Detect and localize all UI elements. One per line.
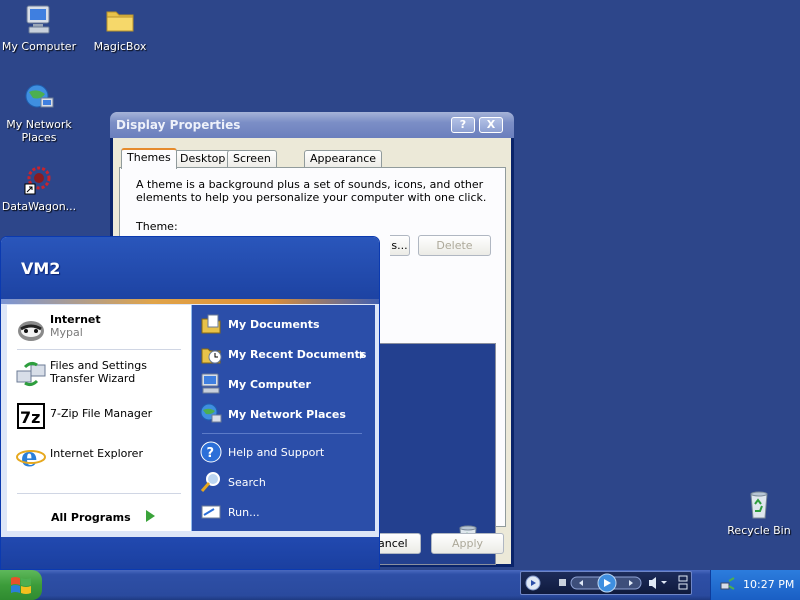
window-title: Display Properties xyxy=(116,118,241,132)
pinned-item-subtitle: Mypal xyxy=(50,326,83,339)
desktop-icon-magicbox[interactable]: MagicBox xyxy=(82,4,158,53)
menu-separator xyxy=(202,433,362,434)
recycle-bin-icon xyxy=(750,491,768,519)
mypal-browser-icon xyxy=(18,321,44,341)
recent-item-label: Internet Explorer xyxy=(50,447,143,460)
network-places-icon xyxy=(25,84,54,108)
system-item-search[interactable]: Search xyxy=(200,471,372,495)
tab-themes[interactable]: Themes xyxy=(121,148,177,169)
places-item-my-computer[interactable]: My Computer xyxy=(200,373,372,397)
save-as-button[interactable]: s... xyxy=(390,235,410,256)
places-item-label: My Documents xyxy=(228,318,320,331)
user-name: VM2 xyxy=(21,259,61,278)
places-item-my-documents[interactable]: My Documents xyxy=(200,313,372,337)
folder-icon xyxy=(106,11,134,32)
7zip-icon: 7z xyxy=(17,403,45,429)
recent-item-transfer-wizard[interactable]: Files and Settings Transfer Wizard xyxy=(13,357,185,389)
menu-separator xyxy=(17,493,181,494)
system-item-label: Run... xyxy=(228,506,260,519)
places-item-recent-documents[interactable]: My Recent Documents xyxy=(200,343,372,367)
recent-documents-icon xyxy=(201,348,222,364)
window-titlebar[interactable]: Display Properties ? X xyxy=(110,112,514,138)
windows-logo-icon xyxy=(11,577,31,594)
start-button[interactable] xyxy=(0,570,42,600)
close-button[interactable]: X xyxy=(479,117,503,133)
run-icon xyxy=(201,505,221,519)
shortcut-icon xyxy=(24,166,51,195)
system-item-run[interactable]: Run... xyxy=(200,501,372,525)
system-tray: 10:27 PM xyxy=(710,570,800,600)
svg-text:e: e xyxy=(21,443,38,472)
my-documents-icon xyxy=(201,314,221,334)
desktop-icon-label: My Computer xyxy=(1,40,77,53)
system-item-help[interactable]: ? Help and Support xyxy=(200,441,372,465)
start-menu: VM2 Internet Mypal Files and Settings Tr… xyxy=(0,236,380,570)
cancel-button[interactable]: ancel xyxy=(375,533,421,554)
header-divider xyxy=(1,299,379,304)
internet-explorer-icon: e xyxy=(16,443,46,472)
recent-item-label: 7-Zip File Manager xyxy=(50,407,153,420)
my-computer-icon xyxy=(26,5,50,34)
apply-button[interactable]: Apply xyxy=(431,533,504,554)
desktop-icon-my-computer[interactable]: My Computer xyxy=(1,4,77,53)
search-icon xyxy=(200,472,220,492)
tab-desktop[interactable]: Desktop xyxy=(174,150,232,168)
system-item-label: Search xyxy=(228,476,266,489)
desktop-icon-label: MagicBox xyxy=(93,40,147,53)
pinned-item-title: Internet xyxy=(50,313,101,326)
media-player-toolbar xyxy=(520,571,692,595)
svg-text:7z: 7z xyxy=(20,408,40,427)
places-item-label: My Network Places xyxy=(228,408,346,421)
start-menu-programs: Internet Mypal Files and Settings Transf… xyxy=(7,305,191,531)
arrow-right-icon xyxy=(146,510,155,522)
delete-button[interactable]: Delete xyxy=(418,235,491,256)
start-menu-places: My Documents My Recent Documents My Comp… xyxy=(191,305,375,531)
desktop-icon-recycle-bin[interactable]: Recycle Bin xyxy=(721,488,797,537)
themes-description: A theme is a background plus a set of so… xyxy=(136,178,487,204)
help-button[interactable]: ? xyxy=(451,117,475,133)
recent-item-7zip[interactable]: 7z 7-Zip File Manager xyxy=(13,398,185,430)
desktop-icon-label: Recycle Bin xyxy=(727,524,791,537)
desktop-icon-label: My Network Places xyxy=(6,118,72,144)
desktop-icon-label: DataWagon... xyxy=(1,200,77,213)
all-programs-button[interactable]: All Programs xyxy=(51,511,131,524)
pinned-item-internet[interactable]: Internet Mypal xyxy=(13,311,185,343)
submenu-arrow-icon xyxy=(360,351,365,359)
desktop-icon-datawagon[interactable]: DataWagon... xyxy=(1,164,77,213)
transfer-wizard-icon xyxy=(16,361,46,387)
svg-text:?: ? xyxy=(207,446,215,461)
desktop-icon-network-places[interactable]: My Network Places xyxy=(1,82,77,144)
help-icon: ? xyxy=(200,441,222,463)
menu-separator xyxy=(17,349,181,350)
recent-item-internet-explorer[interactable]: e Internet Explorer xyxy=(13,438,185,472)
tab-screen-saver[interactable]: Screen Saver xyxy=(227,150,277,181)
places-item-network-places[interactable]: My Network Places xyxy=(200,403,372,427)
start-menu-header: VM2 xyxy=(1,237,379,299)
start-menu-footer xyxy=(1,537,379,569)
system-item-label: Help and Support xyxy=(228,446,325,459)
my-computer-icon xyxy=(201,373,220,394)
recent-item-label: Files and Settings Transfer Wizard xyxy=(50,359,147,385)
theme-label: Theme: xyxy=(136,220,178,233)
places-item-label: My Recent Documents xyxy=(228,348,367,361)
clock[interactable]: 10:27 PM xyxy=(743,578,794,591)
network-places-icon xyxy=(200,403,222,423)
places-item-label: My Computer xyxy=(228,378,311,391)
network-tray-icon[interactable] xyxy=(720,577,736,593)
tab-appearance[interactable]: Appearance xyxy=(304,150,383,168)
media-controls-icon[interactable] xyxy=(521,572,691,594)
